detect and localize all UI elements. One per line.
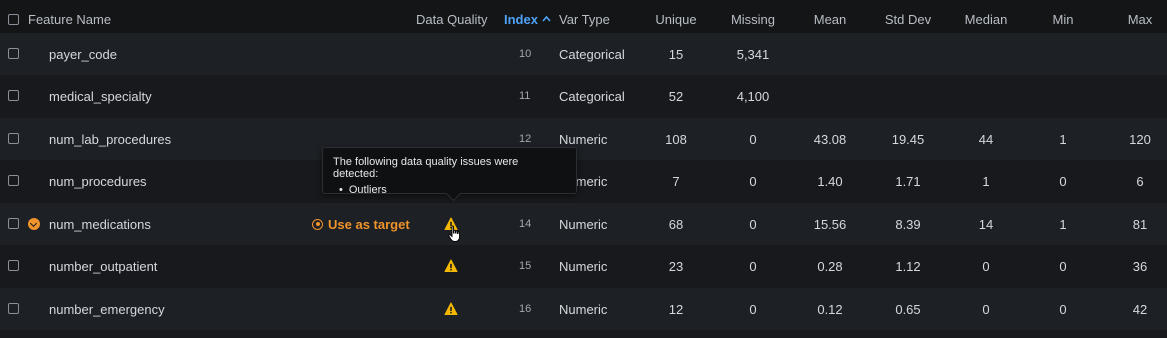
feature-name[interactable]: num_medications	[49, 203, 151, 245]
table-row[interactable]: number_emergency 16 Numeric 12 0 0.12 0.…	[0, 288, 1167, 330]
expand-row-icon[interactable]	[28, 218, 40, 230]
missing-value: 5,341	[736, 46, 770, 62]
row-checkbox[interactable]	[8, 133, 19, 144]
max-value: 120	[1129, 131, 1151, 147]
max-value	[1120, 75, 1160, 117]
index-value: 11	[519, 90, 531, 102]
mean-value: 1.40	[817, 173, 843, 189]
median-value: 14	[978, 216, 994, 232]
index-value: 15	[519, 260, 532, 272]
missing-value: 0	[749, 173, 757, 189]
median-value	[956, 33, 1016, 75]
min-value: 1	[1059, 131, 1067, 147]
row-checkbox[interactable]	[8, 175, 19, 186]
sort-ascending-icon	[542, 14, 551, 24]
min-value	[1043, 33, 1083, 75]
max-value: 36	[1132, 258, 1148, 274]
missing-value: 0	[749, 131, 757, 147]
median-value: 0	[982, 258, 990, 274]
var-type-value: Categorical	[559, 46, 625, 62]
missing-value: 0	[749, 258, 757, 274]
use-as-target-button[interactable]: Use as target	[312, 203, 410, 245]
tooltip-title: The following data quality issues were d…	[333, 156, 519, 180]
unique-value: 68	[668, 216, 684, 232]
index-value: 14	[519, 218, 532, 230]
row-checkbox[interactable]	[8, 218, 19, 229]
median-value	[956, 75, 1016, 117]
use-as-target-label: Use as target	[328, 216, 410, 232]
min-value: 1	[1059, 216, 1067, 232]
missing-value: 0	[749, 216, 757, 232]
std-dev-value: 1.71	[895, 173, 921, 189]
min-value	[1043, 75, 1083, 117]
max-value	[1120, 33, 1160, 75]
min-value: 0	[1059, 301, 1067, 317]
warning-icon	[444, 302, 458, 315]
median-value: 1	[982, 173, 990, 189]
unique-value: 15	[668, 46, 684, 62]
std-dev-value: 1.12	[895, 258, 921, 274]
unique-value: 108	[665, 131, 687, 147]
feature-name[interactable]: number_emergency	[49, 288, 165, 330]
mean-value: 0.28	[817, 258, 843, 274]
max-value: 81	[1132, 216, 1148, 232]
var-type-value: Numeric	[559, 301, 608, 317]
data-quality-tooltip: The following data quality issues were d…	[322, 147, 577, 202]
target-icon	[312, 218, 323, 230]
feature-name[interactable]: number_outpatient	[49, 245, 157, 287]
table-row[interactable]: payer_code 10 Categorical 15 5,341	[0, 33, 1167, 75]
std-dev-value	[873, 75, 943, 117]
std-dev-value: 8.39	[895, 216, 921, 232]
warning-icon	[444, 259, 458, 272]
mean-value: 0.12	[817, 301, 843, 317]
feature-name[interactable]: payer_code	[49, 33, 117, 75]
unique-value: 52	[668, 88, 684, 104]
table-row-hovered[interactable]: num_medications Use as target 14 Numeric…	[0, 203, 1167, 245]
row-checkbox[interactable]	[8, 303, 19, 314]
feature-name[interactable]: num_lab_procedures	[49, 118, 171, 160]
unique-value: 7	[672, 173, 680, 189]
row-checkbox[interactable]	[8, 48, 19, 59]
index-value: 10	[519, 48, 532, 60]
std-dev-value	[873, 33, 943, 75]
std-dev-value: 19.45	[891, 131, 925, 147]
mean-value	[800, 75, 860, 117]
mean-value: 43.08	[813, 131, 847, 147]
table-row[interactable]: num_lab_procedures 12 Numeric 108 0 43.0…	[0, 118, 1167, 160]
index-value: 16	[519, 303, 532, 315]
row-checkbox[interactable]	[8, 90, 19, 101]
table-row[interactable]: medical_specialty 11 Categorical 52 4,10…	[0, 75, 1167, 117]
max-value: 42	[1132, 301, 1148, 317]
std-dev-value: 0.65	[895, 301, 921, 317]
column-index-label: Index	[504, 11, 538, 27]
unique-value: 23	[668, 258, 684, 274]
min-value: 0	[1059, 173, 1067, 189]
hand-cursor-icon	[448, 225, 460, 242]
min-value: 0	[1059, 258, 1067, 274]
data-quality-warning[interactable]	[444, 288, 458, 330]
missing-value: 0	[749, 301, 757, 317]
unique-value: 12	[668, 301, 684, 317]
var-type-value: Numeric	[559, 258, 608, 274]
row-checkbox[interactable]	[8, 260, 19, 271]
select-all-checkbox[interactable]	[8, 14, 19, 25]
feature-name[interactable]: medical_specialty	[49, 75, 152, 117]
mean-value	[800, 33, 860, 75]
var-type-value: Categorical	[559, 88, 625, 104]
data-quality-warning[interactable]	[444, 245, 458, 287]
median-value: 0	[982, 301, 990, 317]
mean-value: 15.56	[813, 216, 847, 232]
var-type-value: Numeric	[559, 216, 608, 232]
median-value: 44	[978, 131, 994, 147]
feature-name[interactable]: num_procedures	[49, 160, 147, 202]
table-row[interactable]: number_outpatient 15 Numeric 23 0 0.28 1…	[0, 245, 1167, 287]
missing-value: 4,100	[736, 88, 770, 104]
table-row[interactable]: num_procedures 13 Numeric 7 0 1.40 1.71 …	[0, 160, 1167, 202]
max-value: 6	[1136, 173, 1144, 189]
